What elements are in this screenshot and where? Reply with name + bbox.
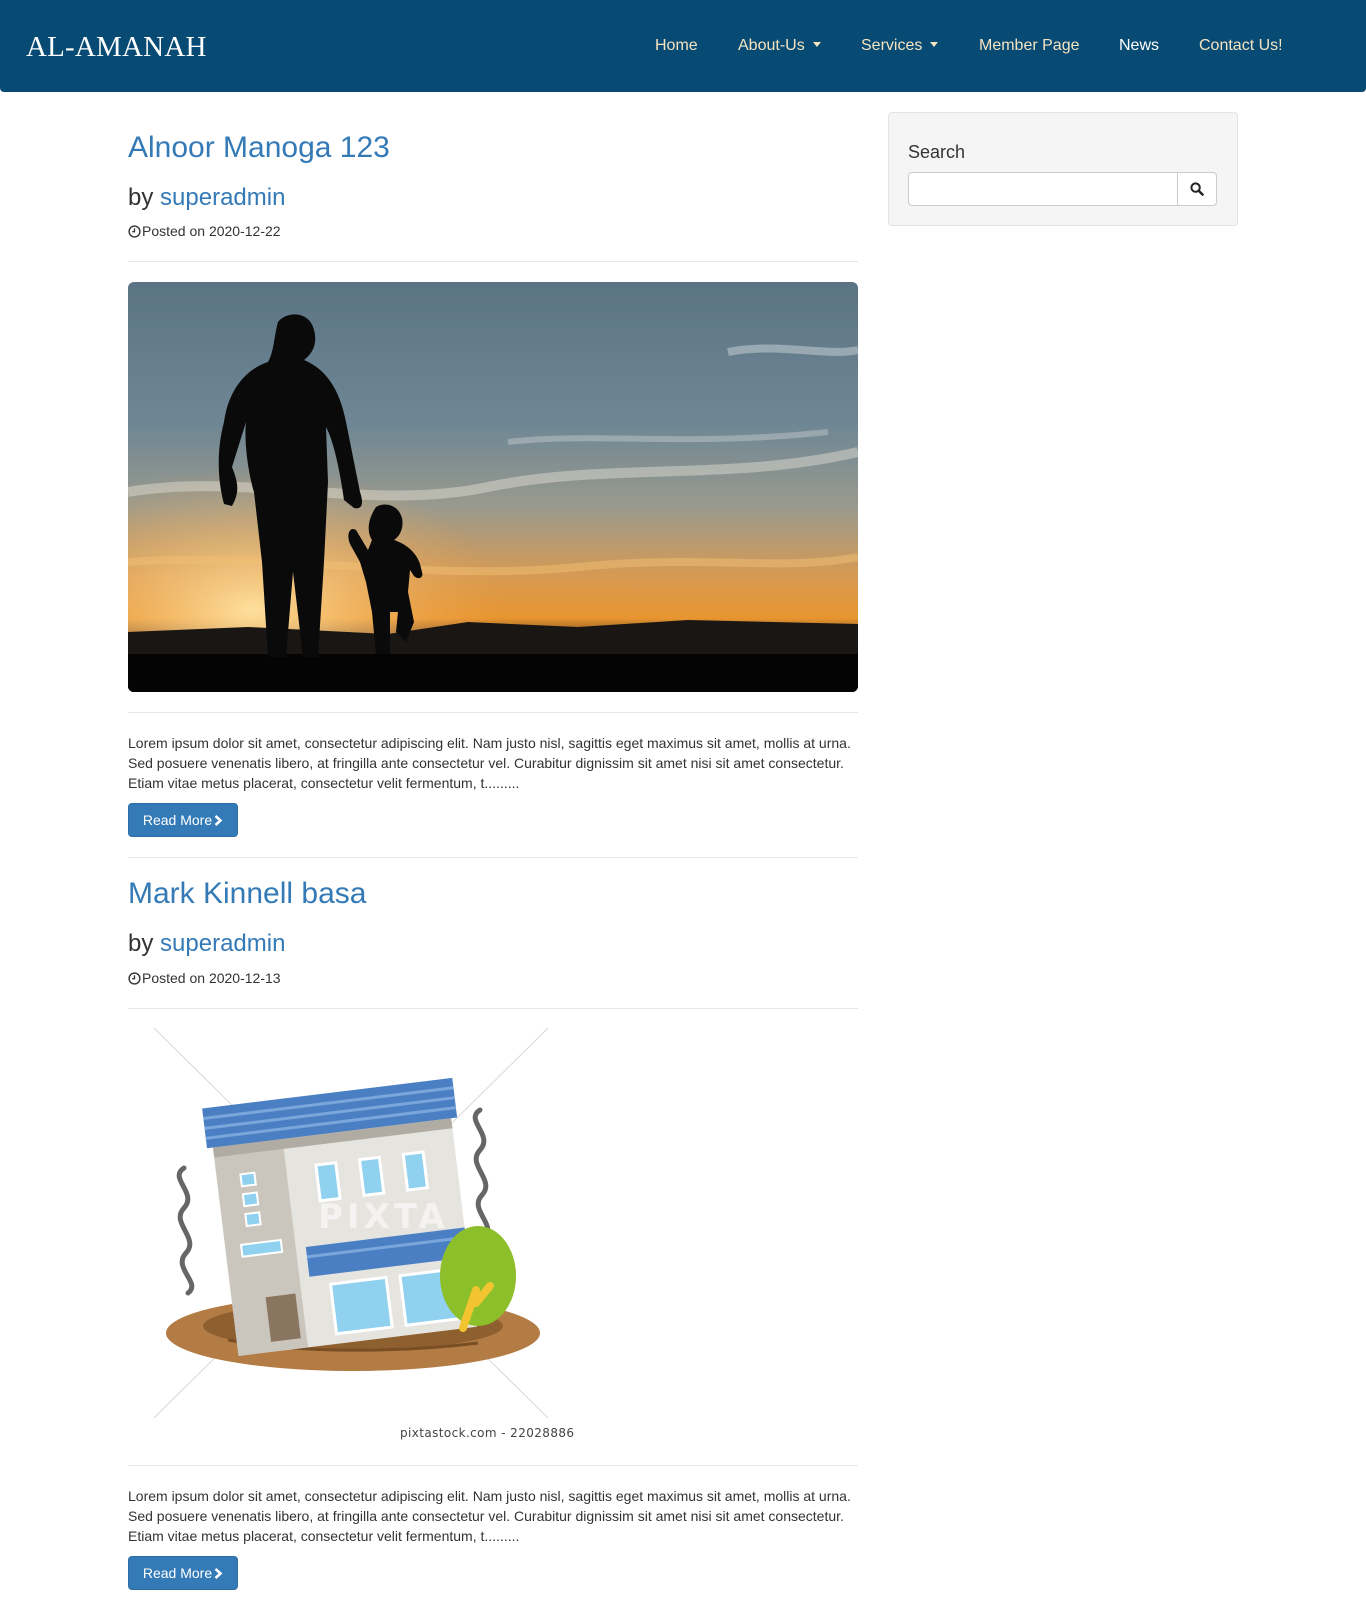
post-excerpt: Lorem ipsum dolor sit amet, consectetur … <box>128 735 851 791</box>
post-title[interactable]: Alnoor Manoga 123 <box>128 130 390 166</box>
nav-about-us[interactable]: About-Us <box>738 34 821 58</box>
caret-down-icon <box>930 42 939 47</box>
silhouette-photo <box>128 282 858 692</box>
divider <box>128 857 858 858</box>
nav-services[interactable]: Services <box>861 34 939 58</box>
caret-down-icon <box>812 42 821 47</box>
nav-about-us-label: About-Us <box>738 37 805 54</box>
read-more-label: Read More <box>142 1565 213 1581</box>
search-input[interactable] <box>908 172 1178 206</box>
chevron-right-icon <box>214 1568 223 1579</box>
nav-services-label: Services <box>861 37 923 54</box>
nav-news[interactable]: News <box>1119 34 1159 58</box>
search-title: Search <box>908 142 966 162</box>
nav-home[interactable]: Home <box>655 34 698 58</box>
image-caption: pixtastock.com - 22028886 <box>400 1426 575 1440</box>
clock-icon <box>128 224 141 238</box>
brand-logo[interactable]: AL-AMANAH <box>26 29 207 65</box>
clock-icon <box>128 971 141 985</box>
post-image: PIXTA <box>128 1027 858 1448</box>
divider <box>128 1008 858 1009</box>
post-author-line: by superadmin <box>128 929 285 959</box>
post-author-link[interactable]: superadmin <box>160 184 285 211</box>
post-by-label: by <box>128 184 154 211</box>
search-widget: Search <box>888 112 1238 226</box>
post-image <box>128 282 858 692</box>
post-date-text: Posted on 2020-12-13 <box>142 970 281 986</box>
read-more-label: Read More <box>142 812 213 828</box>
chevron-right-icon <box>214 815 223 826</box>
post-author-link[interactable]: superadmin <box>160 930 285 957</box>
post-excerpt: Lorem ipsum dolor sit amet, consectetur … <box>128 1488 851 1544</box>
watermark-text: PIXTA <box>318 1197 449 1237</box>
search-button[interactable] <box>1177 172 1217 206</box>
divider <box>128 1465 858 1466</box>
divider <box>128 712 858 713</box>
nav-member-page[interactable]: Member Page <box>979 34 1080 58</box>
post-author-line: by superadmin <box>128 183 285 213</box>
post-date: Posted on 2020-12-22 <box>128 221 281 241</box>
tilted-building-illustration: PIXTA <box>153 1027 549 1419</box>
read-more-button[interactable]: Read More <box>128 803 238 837</box>
nav-contact-us[interactable]: Contact Us! <box>1199 34 1283 58</box>
post-date: Posted on 2020-12-13 <box>128 968 281 988</box>
search-icon <box>1190 182 1204 196</box>
navbar: AL-AMANAH Home About-Us Services Member … <box>0 0 1366 92</box>
divider <box>128 261 858 262</box>
read-more-button[interactable]: Read More <box>128 1556 238 1590</box>
post-by-label: by <box>128 930 154 957</box>
post-title[interactable]: Mark Kinnell basa <box>128 876 366 912</box>
post-date-text: Posted on 2020-12-22 <box>142 223 281 239</box>
